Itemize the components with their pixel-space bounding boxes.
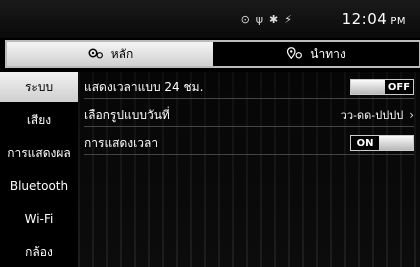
sidebar-item-label: ระบบ	[24, 79, 54, 94]
setting-24h-clock[interactable]: แสดงเวลาแบบ 24 ชม. OFF	[84, 76, 414, 99]
navigation-status-icon: ⊙	[240, 12, 250, 26]
toggle-time-display[interactable]: ON	[350, 135, 414, 151]
toggle-slider	[351, 80, 385, 94]
sidebar-item-camera[interactable]: กล้อง	[0, 237, 78, 267]
time-text: 12:04	[341, 10, 388, 28]
tab-navigation[interactable]: นำทาง	[213, 42, 419, 66]
tab-label: หลัก	[110, 46, 134, 61]
chevron-right-icon: ›	[409, 108, 414, 122]
sidebar-item-label: เสียง	[26, 112, 52, 127]
setting-label: เลือกรูปแบบวันที่	[84, 107, 170, 122]
date-format-value: วว-ดด-ปปปป	[340, 109, 404, 122]
sidebar-item-display[interactable]: การแสดงผล	[0, 138, 78, 168]
sidebar-item-label: การแสดงผล	[7, 145, 71, 160]
status-bar: ⊙ ψ ✱ ⚡ 12:04 PM	[0, 0, 420, 38]
settings-panel: แสดงเวลาแบบ 24 ชม. OFF เลือกรูปแบบวันที่…	[78, 72, 420, 267]
sidebar-item-sound[interactable]: เสียง	[0, 105, 78, 135]
signal-icon: ⚡	[284, 12, 292, 26]
sidebar-item-bluetooth[interactable]: Bluetooth	[0, 171, 78, 201]
setting-time-display[interactable]: การแสดงเวลา ON	[84, 132, 414, 155]
toggle-state-on: ON	[351, 136, 379, 150]
sidebar-item-wifi[interactable]: Wi-Fi	[0, 204, 78, 234]
sidebar-item-system[interactable]: ระบบ	[0, 72, 78, 102]
ampm-text: PM	[390, 16, 406, 27]
bluetooth-icon: ✱	[269, 12, 279, 26]
toggle-slider	[379, 136, 413, 150]
clock: 12:04 PM	[342, 10, 406, 28]
top-tabs: หลัก นำทาง	[5, 40, 420, 68]
setting-label: แสดงเวลาแบบ 24 ชม.	[84, 79, 204, 94]
status-icons: ⊙ ψ ✱ ⚡	[241, 10, 292, 28]
sidebar-item-label: กล้อง	[25, 244, 53, 259]
toggle-24h-clock[interactable]: OFF	[350, 79, 414, 95]
location-gear-icon	[286, 46, 304, 63]
tab-main[interactable]: หลัก	[7, 42, 213, 66]
gear-icon	[87, 46, 105, 63]
toggle-state-off: OFF	[385, 80, 413, 94]
sidebar: ระบบ เสียง การแสดงผล Bluetooth Wi-Fi กล้…	[0, 72, 78, 267]
setting-label: การแสดงเวลา	[84, 135, 159, 150]
sidebar-item-label: Bluetooth	[9, 179, 69, 193]
setting-date-format[interactable]: เลือกรูปแบบวันที่ วว-ดด-ปปปป ›	[84, 104, 414, 127]
tab-label: นำทาง	[310, 46, 346, 61]
usb-icon: ψ	[255, 12, 264, 26]
sidebar-item-label: Wi-Fi	[24, 212, 54, 226]
